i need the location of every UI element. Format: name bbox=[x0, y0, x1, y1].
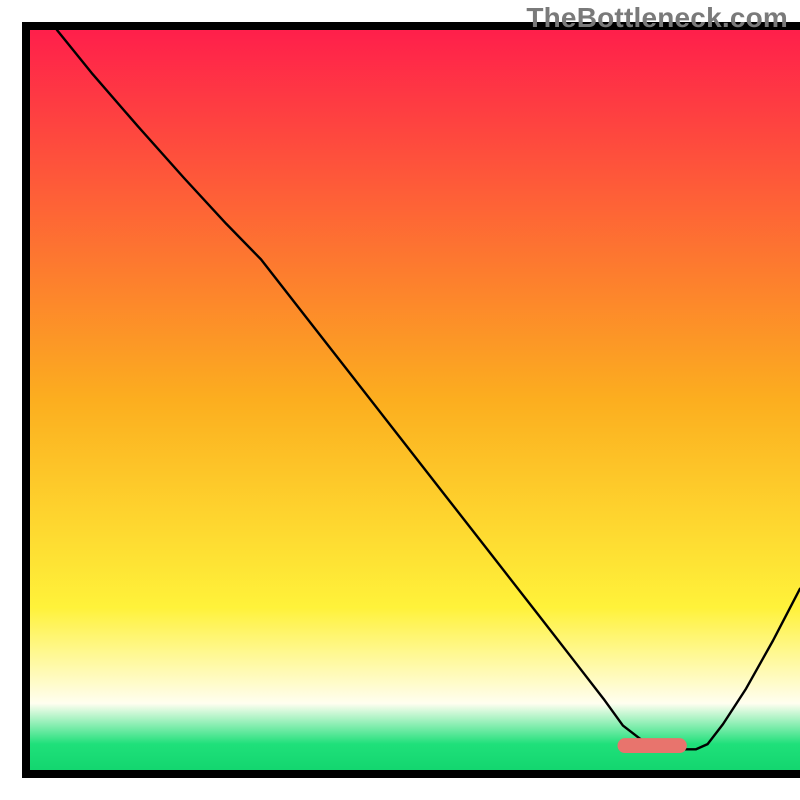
top-axis-line bbox=[22, 22, 800, 30]
optimal-marker bbox=[618, 738, 687, 753]
gradient-background bbox=[30, 30, 800, 770]
chart-container: TheBottleneck.com bbox=[0, 0, 800, 800]
x-axis-line bbox=[22, 770, 800, 778]
chart-svg bbox=[0, 0, 800, 800]
y-axis-line bbox=[22, 22, 30, 778]
plot-area bbox=[22, 22, 800, 778]
